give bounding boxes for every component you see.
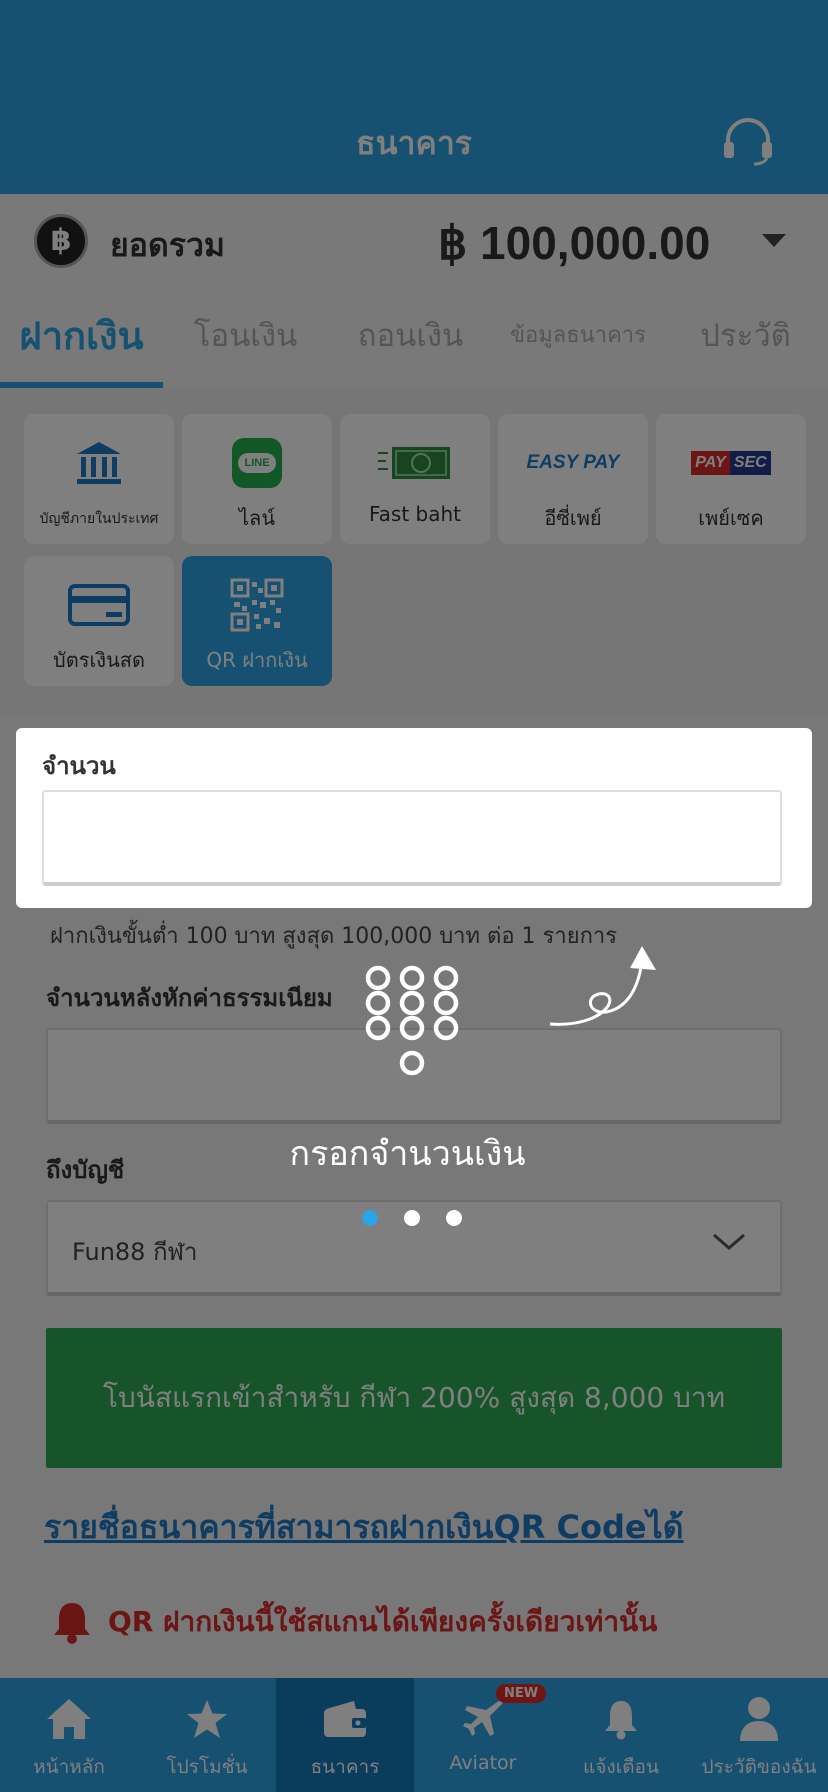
amount-card: จำนวน	[16, 728, 812, 908]
amount-label: จำนวน	[42, 752, 116, 780]
pagination-dot[interactable]	[362, 1210, 378, 1226]
amount-input[interactable]	[42, 790, 782, 886]
tutorial-pagination	[362, 1210, 462, 1226]
pagination-dot[interactable]	[446, 1210, 462, 1226]
pagination-dot[interactable]	[404, 1210, 420, 1226]
